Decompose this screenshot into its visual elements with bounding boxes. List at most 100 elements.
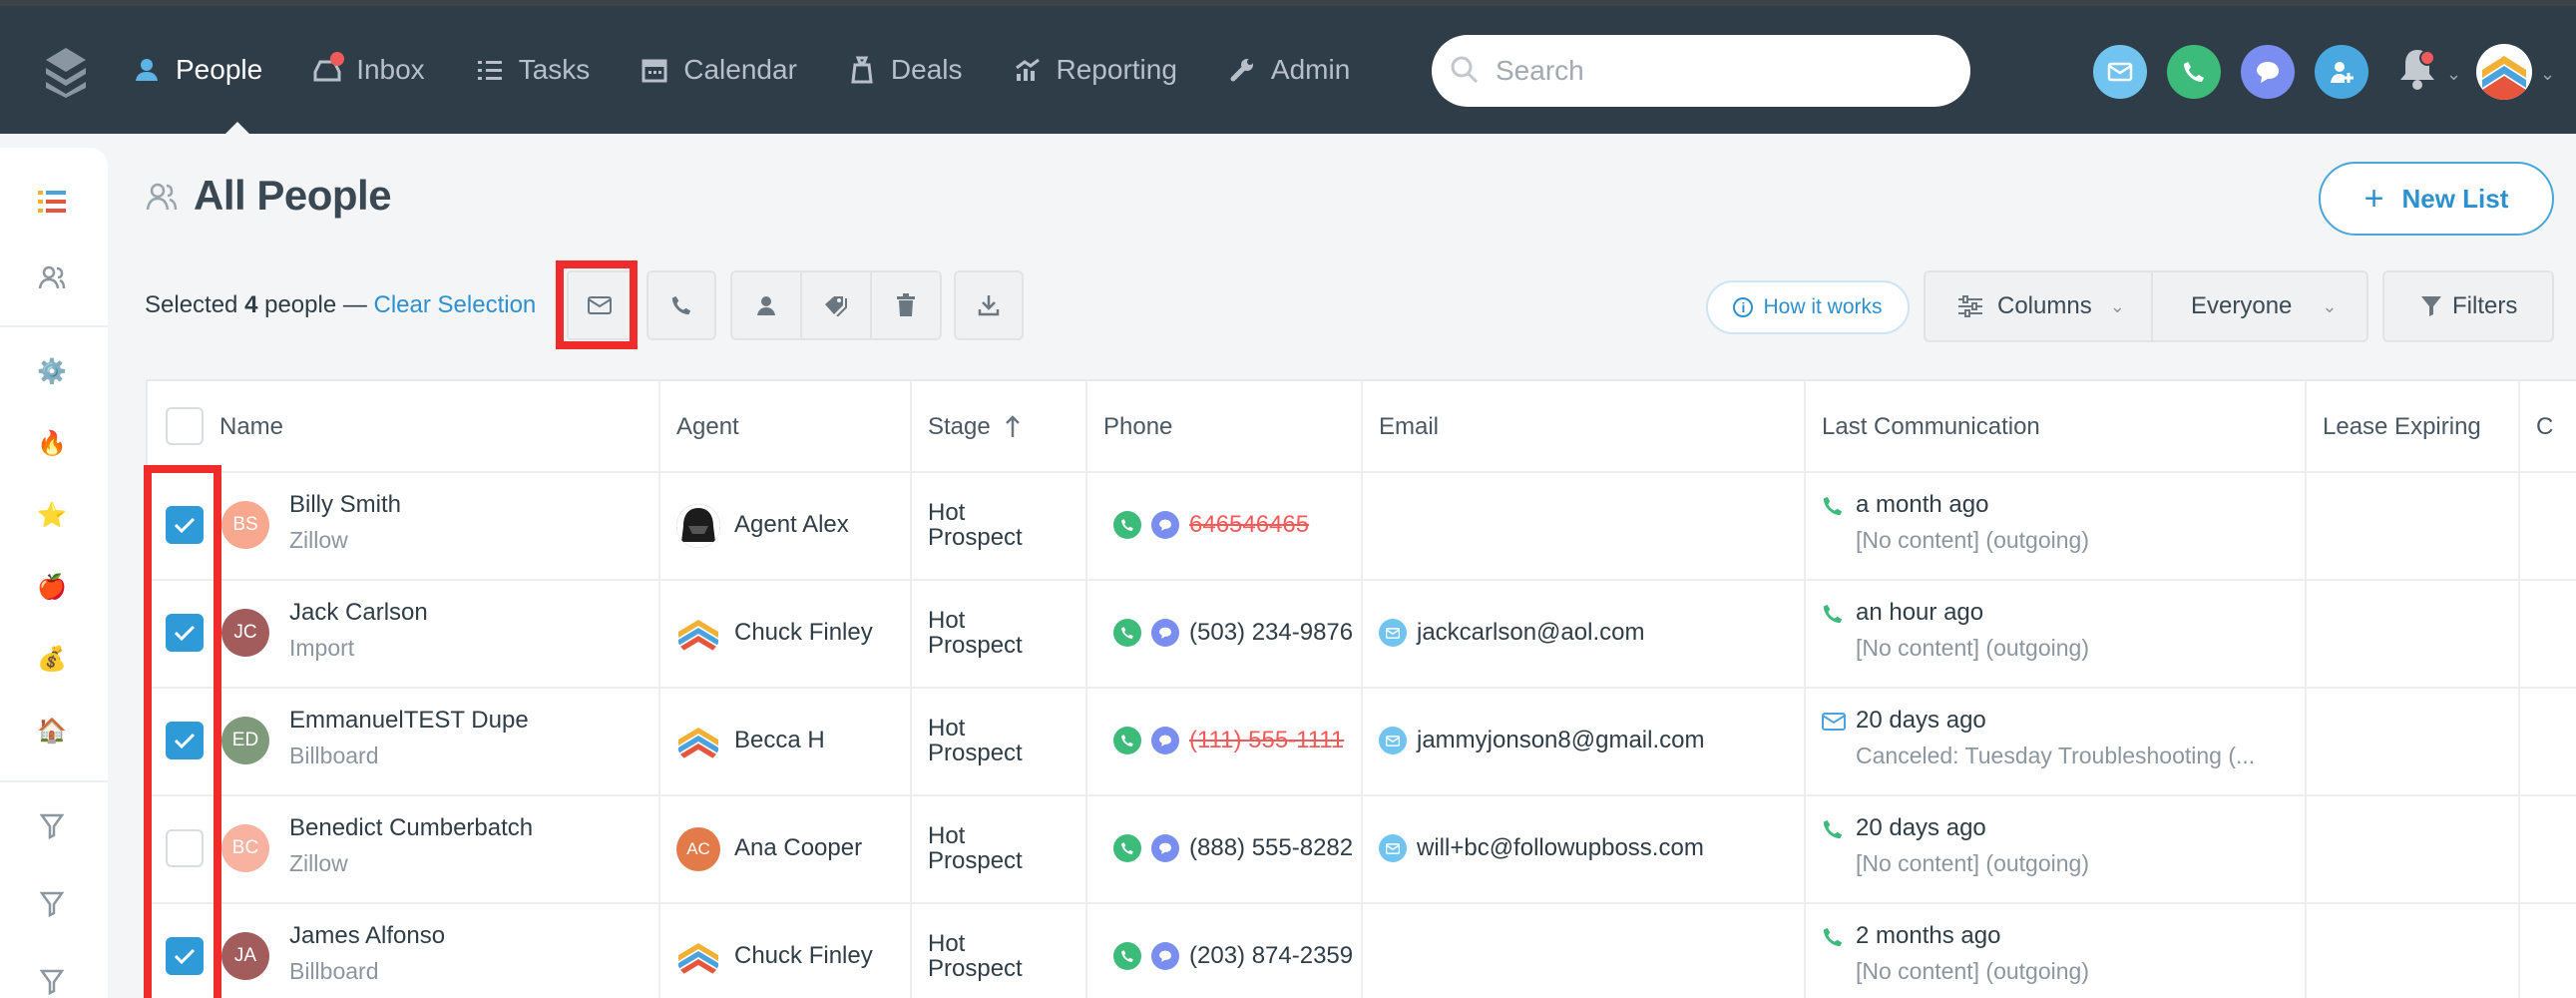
agent-name[interactable]: Ana Cooper — [734, 834, 862, 862]
fire-icon[interactable]: 🔥 — [32, 423, 72, 463]
last-communication-time: an hour ago — [1856, 599, 1984, 626]
bulk-call-button[interactable] — [646, 270, 716, 340]
email-address[interactable]: jackcarlson@aol.com — [1417, 619, 1644, 647]
text-message-icon[interactable] — [1151, 511, 1179, 539]
contact-avatar[interactable]: BC — [221, 824, 269, 872]
filter-icon[interactable] — [32, 962, 72, 998]
column-header-email[interactable]: Email — [1379, 381, 1439, 473]
column-header-truncated[interactable]: C — [2536, 381, 2553, 473]
contact-name[interactable]: Benedict Cumberbatch — [289, 814, 533, 842]
text-message-icon[interactable] — [1151, 942, 1179, 970]
new-list-button[interactable]: + New List — [2319, 162, 2554, 236]
selected-count: 4 — [244, 291, 258, 318]
sidebar-divider — [0, 780, 108, 782]
email-icon[interactable] — [1379, 727, 1407, 754]
columns-button[interactable]: Columns ⌄ — [1924, 270, 2153, 342]
stage-line: Prospect — [928, 847, 1023, 874]
text-message-icon[interactable] — [1151, 619, 1179, 647]
tag-button[interactable] — [800, 270, 872, 340]
nav-inbox[interactable]: Inbox — [312, 6, 425, 134]
nav-calendar[interactable]: Calendar — [640, 6, 797, 134]
call-icon[interactable] — [1113, 619, 1141, 647]
last-communication-detail[interactable]: [No content] (outgoing) — [1856, 850, 2089, 877]
column-header-stage[interactable]: Stage — [928, 381, 1021, 473]
contact-name[interactable]: Jack Carlson — [289, 599, 428, 627]
nav-reporting[interactable]: Reporting — [1013, 6, 1177, 134]
column-header-lease-expiring[interactable]: Lease Expiring — [2323, 381, 2481, 473]
text-message-icon[interactable] — [1151, 834, 1179, 862]
column-header-agent[interactable]: Agent — [676, 381, 739, 473]
owner-filter-dropdown[interactable]: Everyone ⌄ — [2151, 270, 2368, 342]
contact-name[interactable]: James Alfonso — [289, 922, 445, 950]
nav-deals[interactable]: Deals — [847, 6, 963, 134]
phone-number[interactable]: (888) 555-8282 — [1189, 834, 1353, 862]
user-avatar[interactable] — [2476, 44, 2532, 100]
filter-icon[interactable] — [32, 884, 72, 924]
page-title: All People — [194, 172, 392, 219]
money-bag-icon[interactable]: 💰 — [32, 639, 72, 679]
quick-call-button[interactable] — [2167, 45, 2221, 99]
nav-admin[interactable]: Admin — [1227, 6, 1350, 134]
house-icon[interactable]: 🏠 — [32, 711, 72, 750]
email-address[interactable]: will+bc@followupboss.com — [1417, 834, 1704, 862]
agent-name[interactable]: Chuck Finley — [734, 942, 873, 970]
lists-icon[interactable] — [32, 182, 72, 222]
agent-name[interactable]: Agent Alex — [734, 511, 849, 539]
agent-name[interactable]: Becca H — [734, 727, 825, 754]
contact-name[interactable]: EmmanuelTEST Dupe — [289, 707, 529, 735]
last-communication-detail[interactable]: [No content] (outgoing) — [1856, 635, 2089, 662]
email-icon[interactable] — [1379, 834, 1407, 862]
contact-avatar[interactable]: ED — [221, 717, 269, 764]
last-communication-detail[interactable]: Canceled: Tuesday Troubleshooting (... — [1856, 743, 2255, 769]
nav-people[interactable]: People — [132, 6, 262, 134]
people-outline-icon[interactable] — [32, 257, 72, 297]
clear-selection-link[interactable]: Clear Selection — [374, 291, 537, 318]
filters-button[interactable]: Filters — [2382, 270, 2554, 342]
phone-number[interactable]: (111) 555-1111 — [1189, 727, 1344, 754]
search-icon — [1451, 56, 1479, 84]
last-communication-detail[interactable]: [No content] (outgoing) — [1856, 527, 2089, 554]
call-icon[interactable] — [1113, 942, 1141, 970]
contact-avatar[interactable]: JA — [221, 932, 269, 980]
delete-button[interactable] — [870, 270, 942, 340]
columns-label: Columns — [1997, 292, 2092, 319]
add-person-button[interactable] — [2315, 45, 2368, 99]
export-button[interactable] — [954, 270, 1024, 340]
stage-line: Hot — [928, 499, 966, 526]
call-icon[interactable] — [1113, 727, 1141, 754]
phone-number[interactable]: (203) 874-2359 — [1189, 942, 1353, 970]
quick-text-button[interactable] — [2241, 45, 2295, 99]
contact-source: Billboard — [289, 743, 379, 768]
email-icon — [2107, 62, 2133, 82]
email-address[interactable]: jammyjonson8@gmail.com — [1417, 727, 1704, 754]
gear-icon[interactable]: ⚙️ — [32, 351, 72, 391]
phone-number[interactable]: (503) 234-9876 — [1189, 619, 1353, 647]
contact-name[interactable]: Billy Smith — [289, 491, 401, 519]
filter-icon[interactable] — [32, 806, 72, 846]
apple-icon[interactable]: 🍎 — [32, 567, 72, 607]
quick-email-button[interactable] — [2093, 45, 2147, 99]
app-logo-icon[interactable] — [44, 46, 88, 98]
column-header-phone[interactable]: Phone — [1103, 381, 1172, 473]
nav-reporting-label: Reporting — [1056, 54, 1177, 85]
agent-name[interactable]: Chuck Finley — [734, 619, 873, 647]
search-input[interactable] — [1496, 55, 1934, 87]
select-all-checkbox[interactable] — [166, 407, 204, 445]
contact-source: Billboard — [289, 958, 379, 984]
star-icon[interactable]: ⭐ — [32, 495, 72, 535]
contact-avatar[interactable]: BS — [221, 501, 269, 549]
nav-tasks[interactable]: Tasks — [475, 6, 590, 134]
column-header-last-communication[interactable]: Last Communication — [1822, 381, 2040, 473]
assign-agent-button[interactable] — [730, 270, 802, 340]
column-header-name[interactable]: Name — [219, 381, 283, 473]
call-icon[interactable] — [1113, 834, 1141, 862]
text-message-icon[interactable] — [1151, 727, 1179, 754]
last-communication-detail[interactable]: [No content] (outgoing) — [1856, 958, 2089, 985]
person-icon — [757, 296, 775, 315]
call-icon[interactable] — [1113, 511, 1141, 539]
how-it-works-button[interactable]: i How it works — [1706, 280, 1910, 334]
contact-avatar[interactable]: JC — [221, 609, 269, 657]
email-icon[interactable] — [1379, 619, 1407, 647]
phone-number[interactable]: 646546465 — [1189, 511, 1309, 539]
search-box[interactable] — [1432, 35, 1970, 107]
